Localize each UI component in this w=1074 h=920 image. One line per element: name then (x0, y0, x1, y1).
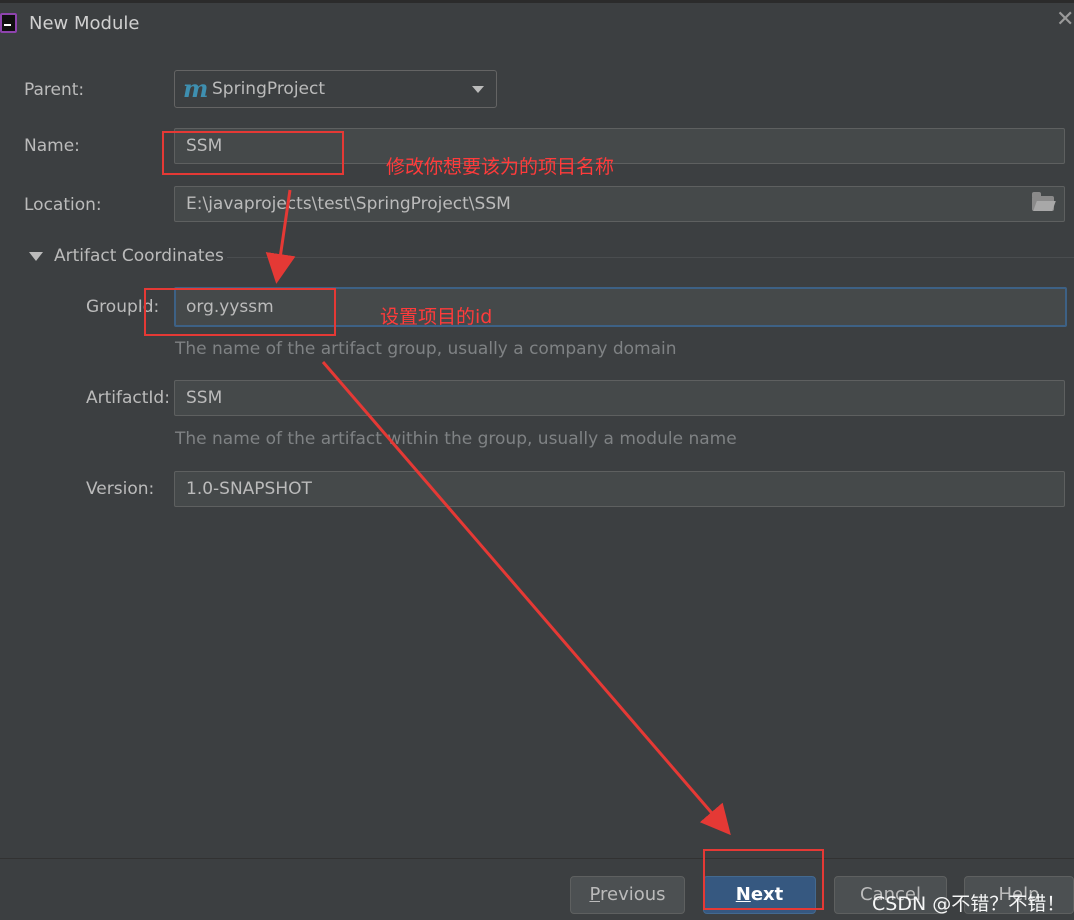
csdn-watermark: CSDN @不错？不错！ (872, 893, 1066, 915)
arrow-groupid-to-next (321, 361, 731, 836)
arrow-name-to-groupid (265, 189, 296, 284)
annotation-arrows (265, 189, 731, 836)
